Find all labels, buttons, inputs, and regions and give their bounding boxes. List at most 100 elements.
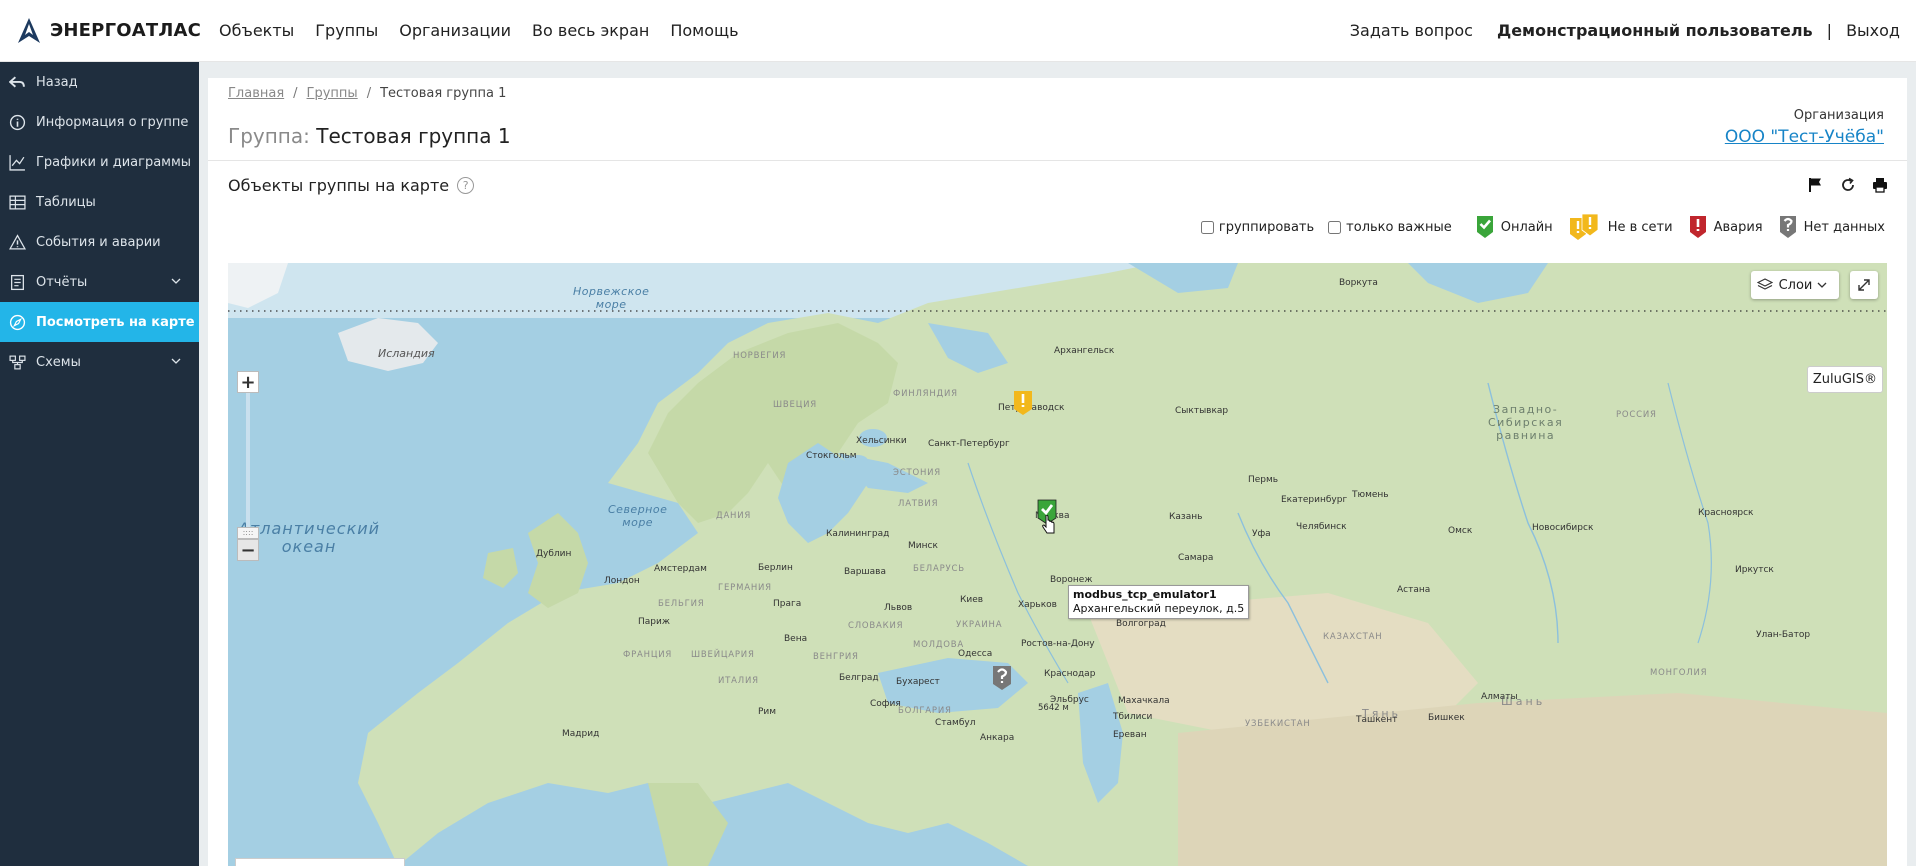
city-label: Воронеж [1050,575,1093,585]
country-label: ФИНЛЯНДИЯ [893,389,958,399]
map-view[interactable]: Норвежское море Северное море Атлантически… [228,263,1887,866]
chart-line-icon [8,153,26,171]
city-label: Новосибирск [1532,523,1594,533]
nodata-marker-icon [1779,216,1796,238]
sidebar-item-back[interactable]: Назад [0,62,199,102]
legend-alarm-label: Авария [1713,219,1763,235]
print-icon[interactable] [1871,176,1889,194]
sidebar-item-group-info[interactable]: Информация о группе [0,102,199,142]
city-label: Махачкала [1118,696,1170,706]
breadcrumb-separator: / [293,86,298,101]
zoom-slider-track[interactable] [246,393,250,527]
sidebar-item-schemes[interactable]: Схемы [0,342,199,382]
country-label: КАЗАХСТАН [1323,632,1383,642]
zoom-in-button[interactable]: + [237,371,259,393]
city-label: Иркутск [1735,565,1774,575]
menu-fullscreen[interactable]: Во весь экран [532,21,649,40]
island-label-iceland: Исландия [378,347,435,360]
city-label: Омск [1448,526,1473,536]
help-icon[interactable]: ? [457,177,475,194]
country-label: ДАНИЯ [716,511,752,521]
organization-link[interactable]: ООО "Тест-Учёба" [1725,127,1884,147]
legend-online: Онлайн [1476,215,1553,239]
sidebar-item-events[interactable]: События и аварии [0,222,199,262]
country-label: ШВЕЦИЯ [773,400,817,410]
city-label: Анкара [980,733,1015,743]
city-label: Казань [1169,512,1203,522]
zulugis-badge[interactable]: ZuluGIS® [1806,366,1883,393]
important-checkbox[interactable] [1328,220,1342,234]
city-label: Астана [1397,585,1431,595]
sidebar-item-label: Назад [36,74,78,90]
warning-icon [8,233,26,251]
menu-organizations[interactable]: Организации [399,21,511,40]
section-title-text: Объекты группы на карте [228,176,450,195]
expand-icon [1858,279,1870,291]
country-label: БОЛГАРИЯ [898,706,952,716]
map-fullscreen-button[interactable] [1850,271,1878,299]
country-label: БЕЛАРУСЬ [913,564,965,574]
sidebar-item-label: Посмотреть на карте [36,314,195,330]
city-label: Париж [638,617,670,627]
city-label: Хельсинки [856,436,907,446]
city-label: Бишкек [1428,713,1465,723]
city-label: Стокгольм [806,451,857,461]
country-label: СЛОВАКИЯ [848,621,904,631]
city-label: Тбилиси [1113,712,1153,722]
ask-question-link[interactable]: Задать вопрос [1350,21,1473,40]
hand-cursor-icon [1042,515,1055,534]
city-label: Тюмень [1352,490,1389,500]
flag-icon[interactable] [1807,176,1825,194]
sidebar-item-map[interactable]: Посмотреть на карте [0,302,199,342]
sidebar-item-label: Таблицы [36,194,96,210]
tooltip-object-address: Архангельский переулок, д.5 [1073,602,1245,615]
country-label: ЭСТОНИЯ [893,468,942,478]
country-label: ИТАЛИЯ [718,676,759,686]
offline-marker-icon[interactable] [1013,390,1033,416]
city-label: Санкт-Петербург [928,439,1010,449]
nodata-marker-icon[interactable] [992,665,1012,691]
city-label: Ташкент [1356,715,1398,725]
menu-help[interactable]: Помощь [670,21,738,40]
city-label: Ереван [1113,730,1147,740]
info-icon [8,113,26,131]
logout-link[interactable]: Выход [1846,21,1900,40]
city-label: Калининград [826,529,890,539]
sidebar-item-tables[interactable]: Таблицы [0,182,199,222]
region-label-west-siberian: Западно- Сибирская равнина [1488,403,1564,442]
sidebar-item-label: Отчёты [36,274,88,290]
country-label: ВЕНГРИЯ [813,652,859,662]
group-checkbox-label[interactable]: группировать [1200,219,1315,235]
group-panel: Главная / Группы / Тестовая группа 1 Группа:… [208,78,1907,866]
sidebar-item-charts[interactable]: Графики и диаграммы [0,142,199,182]
breadcrumb: Главная / Группы / Тестовая группа 1 [228,86,506,101]
user-name-link[interactable]: Демонстрационный пользователь [1497,21,1813,40]
sea-label-north: Северное море [608,503,668,529]
breadcrumb-home[interactable]: Главная [228,86,284,101]
layers-button[interactable]: Слои [1751,271,1839,299]
country-label: МОЛДОВА [913,640,964,650]
map-bottom-control[interactable] [235,858,405,866]
city-label: Екатеринбург [1281,495,1348,505]
refresh-icon[interactable] [1839,176,1857,194]
sidebar-item-label: Графики и диаграммы [36,154,192,170]
important-checkbox-label[interactable]: только важные [1328,220,1452,235]
city-label: Львов [884,603,913,613]
sidebar-item-reports[interactable]: Отчёты [0,262,199,302]
group-checkbox-text: группировать [1218,219,1315,235]
user-menu: Задать вопрос Демонстрационный пользоват… [1350,21,1900,40]
sidebar-item-label: Схемы [36,354,81,370]
layers-label: Слои [1778,277,1813,293]
menu-groups[interactable]: Группы [315,21,378,40]
brand-logo[interactable]: ЭНЕРГОАТЛАС [14,16,201,46]
city-label: Самара [1178,553,1214,563]
zoom-slider-handle[interactable]: :::: [237,527,259,539]
city-label: Харьков [1018,600,1057,610]
menu-objects[interactable]: Объекты [219,21,294,40]
energoatlas-logo-icon [18,17,40,43]
legend-online-label: Онлайн [1500,219,1553,235]
organization-label: Организация [1793,108,1884,123]
breadcrumb-groups[interactable]: Группы [307,86,358,101]
zoom-out-button[interactable]: − [237,539,259,561]
group-checkbox[interactable] [1200,220,1214,234]
